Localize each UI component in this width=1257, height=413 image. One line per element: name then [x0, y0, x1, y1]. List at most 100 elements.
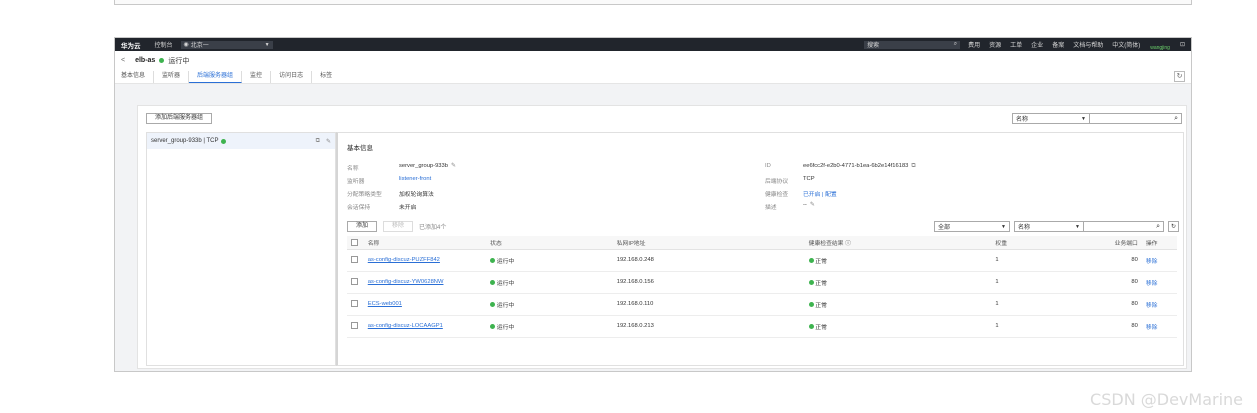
col-weight: 权重 [995, 236, 1089, 250]
status-dot-icon [159, 58, 165, 63]
group-name: server_group-933b | TCP [151, 138, 219, 144]
search-icon[interactable]: ⌕ [1156, 223, 1160, 231]
field-session: 会话保持 未开启 [347, 202, 416, 211]
remove-link[interactable]: 移除 [1146, 303, 1158, 309]
group-list-item[interactable]: server_group-933b | TCP ⧉ ✎ [147, 133, 335, 149]
tab-item[interactable]: 标签 [312, 71, 340, 83]
server-filters: 全部 ▼ 名称 ▼ ⌕ ↻ [934, 221, 1179, 232]
help-icon[interactable]: ⓘ [845, 241, 851, 247]
field-label: 后端协议 [765, 179, 789, 185]
server-status: 运行中 [496, 280, 515, 287]
tab-item[interactable]: 基本信息 [121, 71, 155, 83]
server-status: 运行中 [496, 302, 515, 309]
global-search[interactable]: 搜索 ⌕ [864, 40, 961, 49]
row-checkbox[interactable] [351, 300, 358, 308]
username: wangjing [1150, 44, 1170, 51]
console-window: 华为云 控制台 ◉ 北京一 ▼ 搜索 ⌕ 费用 资源 工单 企业 备案 文档与帮助 中文(简… [114, 37, 1192, 372]
tab-item[interactable]: 后端服务器组 [189, 71, 243, 83]
remove-link[interactable]: 移除 [1146, 325, 1158, 331]
top-nav-links: 费用 资源 工单 企业 备案 文档与帮助 中文(简体) [968, 40, 1140, 49]
col-health-label: 健康检查结果 [808, 240, 844, 247]
console-link[interactable]: 控制台 [155, 40, 173, 49]
remove-link[interactable]: 移除 [1146, 259, 1158, 265]
top-nav-link[interactable]: 费用 [968, 40, 980, 49]
row-checkbox[interactable] [351, 322, 358, 330]
row-checkbox[interactable] [351, 256, 358, 264]
field-filter-select[interactable]: 名称 ▼ [1014, 221, 1084, 232]
user-icon[interactable]: ⊡ [1180, 41, 1185, 48]
status-dot-icon [221, 138, 227, 144]
search-input[interactable]: 搜索 [867, 40, 879, 49]
chevron-down-icon: ▼ [1075, 223, 1080, 230]
edit-icon[interactable]: ✎ [810, 202, 815, 211]
back-icon[interactable]: < [121, 57, 125, 64]
top-nav-link[interactable]: 文档与帮助 [1073, 40, 1103, 49]
top-nav-link[interactable]: 备案 [1052, 40, 1064, 49]
table-row: as-config-discuz-PUZFF842 运行中 192.168.0.2… [347, 249, 1177, 272]
remove-button[interactable]: 移除 [383, 221, 414, 232]
field-label: 健康检查 [765, 192, 789, 198]
field-value: -- [803, 202, 807, 208]
tab-item[interactable]: 监听器 [154, 71, 190, 83]
server-name-link[interactable]: as-config-discuz-YW0628NW [368, 279, 444, 285]
brand-logo[interactable]: 华为云 [121, 40, 141, 50]
add-backend-group-button[interactable]: 添加后端服务器组 [146, 113, 213, 124]
tab-bar: 基本信息 监听器 后端服务器组 监控 访问日志 标签 [121, 71, 1185, 83]
field-value: TCP [803, 176, 815, 182]
select-all-checkbox[interactable] [351, 238, 358, 246]
user-menu[interactable]: wangjing [1150, 39, 1170, 51]
field-label: 会话保持 [347, 205, 371, 211]
field-value: ee6fcc2f-e2b0-4771-b1ea-6b2e14f16183 [803, 163, 909, 169]
field-filter-label: 名称 [1018, 225, 1031, 231]
server-ip: 192.168.0.248 [616, 249, 809, 272]
top-nav-link[interactable]: 中文(简体) [1112, 40, 1140, 49]
field-label: 监听器 [347, 179, 365, 185]
row-checkbox[interactable] [351, 278, 358, 286]
copy-icon[interactable]: ⧉ [911, 163, 915, 170]
col-health: 健康检查结果 ⓘ [808, 236, 996, 250]
field-label: 名称 [347, 166, 359, 172]
server-name-link[interactable]: ECS-web001 [368, 301, 402, 307]
server-name-link[interactable]: as-config-discuz-PUZFF842 [368, 257, 440, 263]
region-selector[interactable]: ◉ 北京一 ▼ [180, 40, 273, 49]
filter-field-select[interactable]: 名称 ▼ [1012, 113, 1090, 124]
server-weight: 1 [995, 315, 1089, 338]
copy-icon[interactable]: ⧉ [316, 138, 320, 145]
server-weight: 1 [995, 271, 1089, 294]
search-icon[interactable]: ⌕ [954, 41, 957, 48]
col-name[interactable]: 名称 [367, 236, 491, 250]
field-value: 加权轮询算法 [399, 192, 434, 198]
status-filter-select[interactable]: 全部 ▼ [934, 221, 1010, 232]
group-search-input[interactable]: ⌕ [1090, 113, 1182, 124]
top-nav-link[interactable]: 资源 [989, 40, 1001, 49]
server-ip: 192.168.0.110 [616, 293, 809, 316]
edit-icon[interactable]: ✎ [326, 138, 331, 145]
server-search-input[interactable]: ⌕ [1084, 221, 1164, 232]
status-dot-icon [490, 323, 496, 329]
server-weight: 1 [995, 249, 1089, 272]
top-nav-link[interactable]: 工单 [1010, 40, 1022, 49]
refresh-icon[interactable]: ↻ [1168, 221, 1179, 232]
tab-item[interactable]: 监控 [242, 71, 272, 83]
health-config-link[interactable]: 已开启 | 配置 [803, 189, 837, 198]
search-icon[interactable]: ⌕ [1174, 115, 1178, 123]
server-port: 80 [1088, 315, 1146, 338]
health-status: 正常 [815, 302, 827, 309]
field-label: 描述 [765, 205, 777, 211]
edit-icon[interactable]: ✎ [451, 163, 456, 172]
status-filter-label: 全部 [938, 225, 951, 231]
filter-field-label: 名称 [1016, 117, 1029, 123]
remove-link[interactable]: 移除 [1146, 281, 1158, 287]
listener-link[interactable]: listener-front [399, 176, 431, 185]
chevron-down-icon: ▼ [264, 41, 270, 48]
tab-item[interactable]: 访问日志 [271, 71, 313, 83]
add-button[interactable]: 添加 [347, 221, 378, 232]
status-dot-icon [490, 301, 496, 307]
top-nav-link[interactable]: 企业 [1031, 40, 1043, 49]
health-dot-icon [808, 257, 814, 263]
refresh-icon[interactable]: ↻ [1174, 71, 1185, 82]
chevron-down-icon: ▼ [1081, 115, 1086, 122]
health-dot-icon [808, 323, 814, 329]
server-name-link[interactable]: as-config-discuz-LOCAAGP1 [368, 323, 443, 329]
region-label: 北京一 [190, 43, 209, 49]
